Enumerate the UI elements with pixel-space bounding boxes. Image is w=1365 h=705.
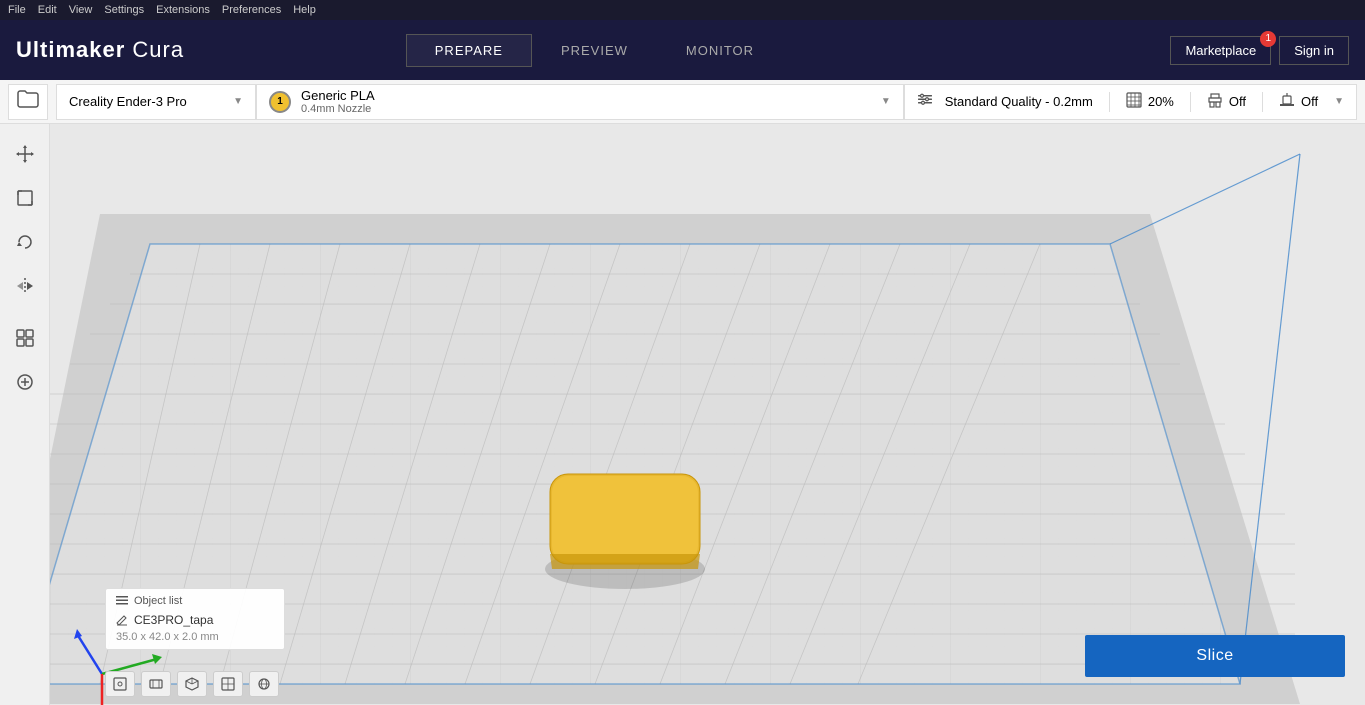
view-iso1[interactable] <box>177 671 207 697</box>
support-tool[interactable] <box>7 364 43 400</box>
quality-label: Standard Quality - 0.2mm <box>945 94 1093 109</box>
support-setting[interactable]: Off <box>1207 92 1246 111</box>
infill-icon <box>1126 92 1142 111</box>
tab-monitor[interactable]: MONITOR <box>657 34 783 67</box>
adhesion-icon <box>1279 92 1295 111</box>
separator <box>1109 92 1110 112</box>
object-list-panel: Object list CE3PRO_tapa 35.0 x 42.0 x 2.… <box>105 588 285 650</box>
menu-edit[interactable]: Edit <box>38 4 57 16</box>
adhesion-setting[interactable]: Off <box>1279 92 1318 111</box>
material-index-icon: 1 <box>269 91 291 113</box>
tab-prepare[interactable]: PREPARE <box>406 34 532 67</box>
object-item[interactable]: CE3PRO_tapa <box>116 611 274 629</box>
infill-setting[interactable]: 20% <box>1126 92 1174 111</box>
view-front[interactable] <box>105 671 135 697</box>
signin-button[interactable]: Sign in <box>1279 36 1349 65</box>
separator3 <box>1262 92 1263 112</box>
move-tool[interactable] <box>7 136 43 172</box>
main-area: Object list CE3PRO_tapa 35.0 x 42.0 x 2.… <box>0 124 1365 705</box>
arrange-tool[interactable] <box>7 320 43 356</box>
view-top[interactable] <box>141 671 171 697</box>
header: Ultimaker Cura PREPARE PREVIEW MONITOR M… <box>0 20 1365 80</box>
viewport[interactable]: Object list CE3PRO_tapa 35.0 x 42.0 x 2.… <box>50 124 1365 705</box>
toolbar: Creality Ender-3 Pro ▼ 1 Generic PLA 0.4… <box>0 80 1365 124</box>
left-sidebar <box>0 124 50 705</box>
object-list-label: Object list <box>134 595 182 607</box>
header-right: Marketplace 1 Sign in <box>1170 36 1349 65</box>
view-side[interactable] <box>249 671 279 697</box>
printer-dropdown-arrow: ▼ <box>233 96 243 107</box>
menu-view[interactable]: View <box>69 4 93 16</box>
support-value: Off <box>1229 94 1246 109</box>
printer-name: Creality Ender-3 Pro <box>69 94 187 109</box>
material-nozzle: 0.4mm Nozzle <box>301 103 375 115</box>
material-name: Generic PLA <box>301 88 375 103</box>
marketplace-button[interactable]: Marketplace 1 <box>1170 36 1271 65</box>
material-selector[interactable]: 1 Generic PLA 0.4mm Nozzle ▼ <box>256 84 904 120</box>
scale-tool[interactable] <box>7 180 43 216</box>
tab-preview[interactable]: PREVIEW <box>532 34 657 67</box>
separator2 <box>1190 92 1191 112</box>
menu-extensions[interactable]: Extensions <box>156 4 210 16</box>
open-folder-button[interactable] <box>8 84 48 120</box>
print-settings[interactable]: Standard Quality - 0.2mm 20% <box>904 84 1357 120</box>
menu-settings[interactable]: Settings <box>104 4 144 16</box>
settings-icon <box>917 91 933 112</box>
edit-icon <box>116 614 128 626</box>
adhesion-value: Off <box>1301 94 1318 109</box>
app-logo: Ultimaker Cura <box>16 37 184 63</box>
view-iso2[interactable] <box>213 671 243 697</box>
printer-selector[interactable]: Creality Ender-3 Pro ▼ <box>56 84 256 120</box>
mirror-tool[interactable] <box>7 268 43 304</box>
menu-file[interactable]: File <box>8 4 26 16</box>
list-icon <box>116 595 128 607</box>
object-name: CE3PRO_tapa <box>134 613 213 627</box>
settings-dropdown-arrow: ▼ <box>1334 96 1344 107</box>
support-icon <box>1207 92 1223 111</box>
nav-tabs: PREPARE PREVIEW MONITOR <box>406 34 783 67</box>
material-dropdown-arrow: ▼ <box>881 96 891 107</box>
marketplace-badge: 1 <box>1260 31 1276 47</box>
menu-bar: File Edit View Settings Extensions Prefe… <box>0 0 1365 20</box>
bottom-toolbar <box>105 671 279 697</box>
menu-help[interactable]: Help <box>293 4 316 16</box>
infill-value: 20% <box>1148 94 1174 109</box>
slice-button[interactable]: Slice <box>1085 635 1345 677</box>
menu-preferences[interactable]: Preferences <box>222 4 281 16</box>
rotate-tool[interactable] <box>7 224 43 260</box>
object-dimensions: 35.0 x 42.0 x 2.0 mm <box>116 631 274 643</box>
folder-icon <box>17 90 39 113</box>
